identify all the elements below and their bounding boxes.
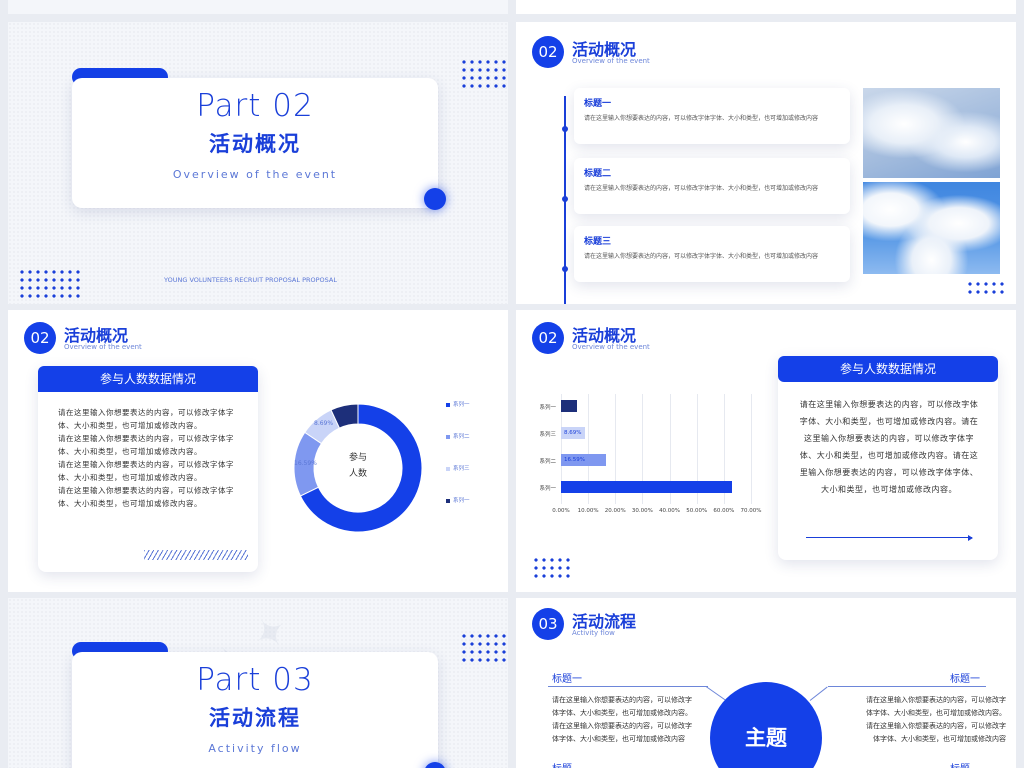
x-tick-label: 0.00%: [552, 508, 570, 514]
card-text: 请在这里输入你想要表达的内容，可以修改字体字体、大小和类型，也可增加或修改内容: [584, 185, 819, 192]
card-header: 参与人数数据情况: [38, 366, 258, 392]
card-title: 标题一: [584, 99, 612, 109]
sky-photo: [863, 182, 1000, 274]
bar: [561, 400, 578, 412]
dot-grid-decoration: [966, 280, 1008, 298]
sky-photo: [863, 88, 1000, 178]
donut-center-label: 参与 人数: [348, 453, 367, 479]
slide-part-02[interactable]: ✦ ✦ ✦ Part 02 活动概况 Overview of the event…: [8, 22, 508, 304]
category-label: 系列三: [539, 432, 556, 438]
flow-title-bottom-left: 标题: [552, 760, 572, 768]
title-card: Part 03 活动流程 Activity flow: [72, 652, 438, 768]
x-tick-label: 40.00%: [659, 508, 681, 514]
timeline-dot: [562, 196, 568, 202]
dot-grid-decoration: [460, 58, 508, 90]
slide-overview-bars[interactable]: 02 活动概况 Overview of the event 0.00% 10.00…: [516, 310, 1016, 592]
part-subtitle: Overview of the event: [172, 168, 338, 181]
gridline: [751, 394, 752, 504]
category-label: 系列一: [539, 486, 556, 492]
slide-activity-flow[interactable]: 03 活动流程 Activity flow 标题一 请在这里输入你想要表达的内容…: [516, 598, 1016, 768]
dot-grid-decoration: [460, 632, 508, 664]
legend-item: 系列一: [446, 400, 470, 408]
flow-title-bottom-right: 标题: [950, 760, 970, 768]
card-title: 标题三: [584, 237, 612, 247]
card-text: 请在这里输入你想要表达的内容，可以修改字体字体、大小和类型，也可增加或修改内容。…: [799, 400, 979, 494]
slide-overview-donut[interactable]: 02 活动概况 Overview of the event 参与人数数据情况 请…: [8, 310, 508, 592]
section-number: 02: [532, 36, 564, 68]
legend-item: 系列一: [446, 496, 470, 504]
timeline-card[interactable]: 标题二 请在这里输入你想要表达的内容，可以修改字体字体、大小和类型，也可增加或修…: [574, 158, 850, 214]
card-header: 参与人数数据情况: [778, 356, 998, 382]
section-subtitle: Overview of the event: [572, 57, 650, 65]
flow-title-right: 标题一: [950, 674, 980, 685]
card-text: 请在这里输入你想要表达的内容，可以修改字体字体、大小和类型，也可增加或修改内容: [584, 253, 819, 260]
slice-label: 8.69%: [314, 420, 334, 427]
title-card: Part 02 活动概况 Overview of the event: [72, 78, 438, 208]
flow-line: [548, 686, 708, 687]
x-tick-label: 50.00%: [686, 508, 708, 514]
bar: [561, 481, 732, 493]
timeline-card[interactable]: 标题三 请在这里输入你想要表达的内容，可以修改字体字体、大小和类型，也可增加或修…: [574, 226, 850, 282]
slide-strip-top-right[interactable]: [516, 0, 1016, 14]
footer-text: YOUNG VOLUNTEERS RECRUIT PROPOSAL PROPOS…: [164, 276, 337, 284]
part-title: 活动流程: [209, 706, 301, 730]
legend-item: 系列三: [446, 464, 470, 472]
accent-ball: [424, 188, 446, 210]
theme-circle: 主题: [710, 682, 822, 768]
flow-line: [828, 686, 986, 687]
x-tick-label: 60.00%: [713, 508, 735, 514]
part-number: Part 03: [196, 662, 314, 698]
dot-grid-decoration: [18, 268, 82, 300]
slide-overview-timeline[interactable]: 02 活动概况 Overview of the event 标题一 请在这里输入…: [516, 22, 1016, 304]
arrow-head-icon: [968, 535, 973, 541]
timeline-dot: [562, 126, 568, 132]
x-tick-label: 30.00%: [631, 508, 653, 514]
hatch-decoration: [144, 550, 248, 560]
bar-data-label: 8.69%: [564, 430, 582, 436]
card-paragraph: 请在这里输入你想要表达的内容，可以修改字体字体、大小和类型，也可增加或修改内容。: [58, 486, 234, 508]
bar-chart: 0.00% 10.00% 20.00% 30.00% 40.00% 50.00% 60.00…: [516, 310, 776, 592]
card-paragraph: 请在这里输入你想要表达的内容，可以修改字体字体、大小和类型，也可增加或修改内容。: [58, 434, 234, 456]
part-subtitle: Activity flow: [208, 742, 302, 755]
card-text: 请在这里输入你想要表达的内容，可以修改字体字体、大小和类型，也可增加或修改内容: [584, 115, 819, 122]
part-number: Part 02: [196, 88, 314, 124]
x-tick-label: 70.00%: [740, 508, 762, 514]
flow-text-left: 请在这里输入你想要表达的内容，可以修改字 体字体、大小和类型，也可增加或修改内容…: [552, 696, 692, 743]
timeline-dot: [562, 266, 568, 272]
card-paragraph: 请在这里输入你想要表达的内容，可以修改字体字体、大小和类型，也可增加或修改内容。: [58, 460, 234, 482]
dot-grid-decoration: [532, 556, 574, 580]
legend-item: 系列二: [446, 432, 470, 440]
x-tick-label: 20.00%: [604, 508, 626, 514]
timeline-card[interactable]: 标题一 请在这里输入你想要表达的内容，可以修改字体字体、大小和类型，也可增加或修…: [574, 88, 850, 144]
section-subtitle: Overview of the event: [64, 343, 142, 351]
flow-text-right: 请在这里输入你想要表达的内容，可以修改字 体字体、大小和类型，也可增加或修改内容…: [866, 696, 1006, 743]
bar-data-label: 16.59%: [564, 457, 585, 463]
section-number: 03: [532, 608, 564, 640]
flow-connector: [809, 686, 828, 701]
section-subtitle: Activity flow: [572, 629, 615, 637]
card-title: 标题二: [584, 169, 612, 179]
section-number: 02: [24, 322, 56, 354]
slide-strip-top-left[interactable]: [8, 0, 508, 14]
arrow-line: [806, 537, 972, 538]
x-tick-label: 10.00%: [577, 508, 599, 514]
flow-title-left: 标题一: [552, 674, 582, 685]
part-title: 活动概况: [209, 132, 301, 156]
card-paragraph: 请在这里输入你想要表达的内容，可以修改字体字体、大小和类型，也可增加或修改内容。: [58, 408, 234, 430]
slide-part-03[interactable]: ✦ ✦ ✦ Part 03 活动流程 Activity flow: [8, 598, 508, 768]
slice-label: 16.59%: [294, 460, 317, 467]
category-label: 系列一: [539, 405, 556, 411]
category-label: 系列二: [539, 459, 556, 465]
